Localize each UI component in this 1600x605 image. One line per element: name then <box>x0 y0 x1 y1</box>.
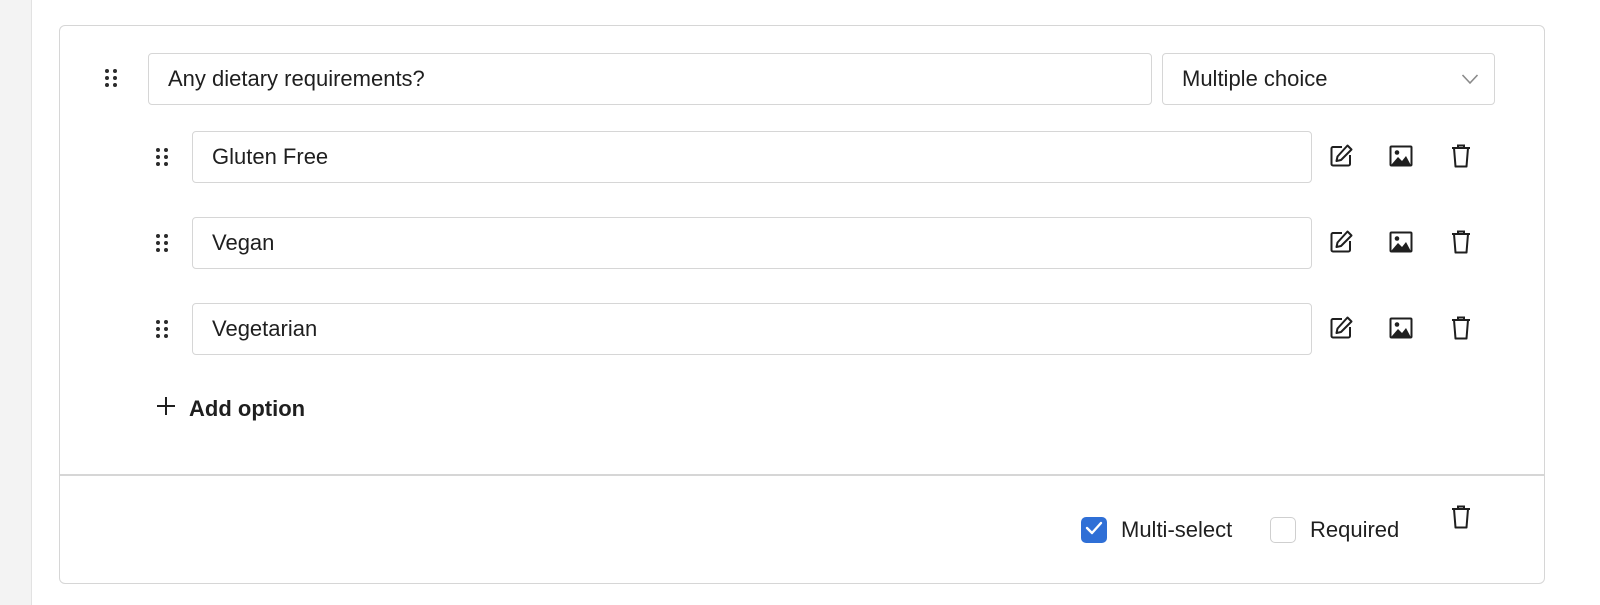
multiselect-label[interactable]: Multi-select <box>1121 517 1232 543</box>
option-label: Gluten Free <box>212 144 329 169</box>
option-label: Vegetarian <box>212 316 318 341</box>
trash-icon[interactable] <box>1445 140 1477 172</box>
chevron-down-icon <box>1460 69 1480 89</box>
option-drag-handle-icon[interactable] <box>155 232 169 254</box>
required-label[interactable]: Required <box>1310 517 1399 543</box>
add-option-button[interactable]: Add option <box>155 394 305 424</box>
question-text-input[interactable]: Any dietary requirements? <box>148 53 1152 105</box>
image-icon[interactable] <box>1385 140 1417 172</box>
option-drag-handle-icon[interactable] <box>155 146 169 168</box>
option-label: Vegan <box>212 230 275 255</box>
option-input[interactable]: Vegetarian <box>192 303 1312 355</box>
delete-question-trash-icon[interactable] <box>1445 501 1477 533</box>
option-drag-handle-icon[interactable] <box>155 318 169 340</box>
edit-icon[interactable] <box>1325 140 1357 172</box>
question-card: Any dietary requirements? Multiple choic… <box>59 25 1545 584</box>
question-drag-handle-icon[interactable] <box>104 67 118 89</box>
option-input[interactable]: Vegan <box>192 217 1312 269</box>
trash-icon[interactable] <box>1445 312 1477 344</box>
edit-icon[interactable] <box>1325 226 1357 258</box>
trash-icon[interactable] <box>1445 226 1477 258</box>
option-input[interactable]: Gluten Free <box>192 131 1312 183</box>
question-text-value: Any dietary requirements? <box>168 66 425 91</box>
multiselect-checkbox[interactable] <box>1081 517 1107 543</box>
question-type-select[interactable]: Multiple choice <box>1162 53 1495 105</box>
add-option-label: Add option <box>189 396 306 421</box>
plus-icon <box>155 395 177 423</box>
edit-icon[interactable] <box>1325 312 1357 344</box>
question-type-value: Multiple choice <box>1182 66 1328 91</box>
image-icon[interactable] <box>1385 312 1417 344</box>
image-icon[interactable] <box>1385 226 1417 258</box>
required-checkbox[interactable] <box>1270 517 1296 543</box>
card-divider <box>60 474 1544 476</box>
checkmark-icon <box>1085 521 1103 540</box>
